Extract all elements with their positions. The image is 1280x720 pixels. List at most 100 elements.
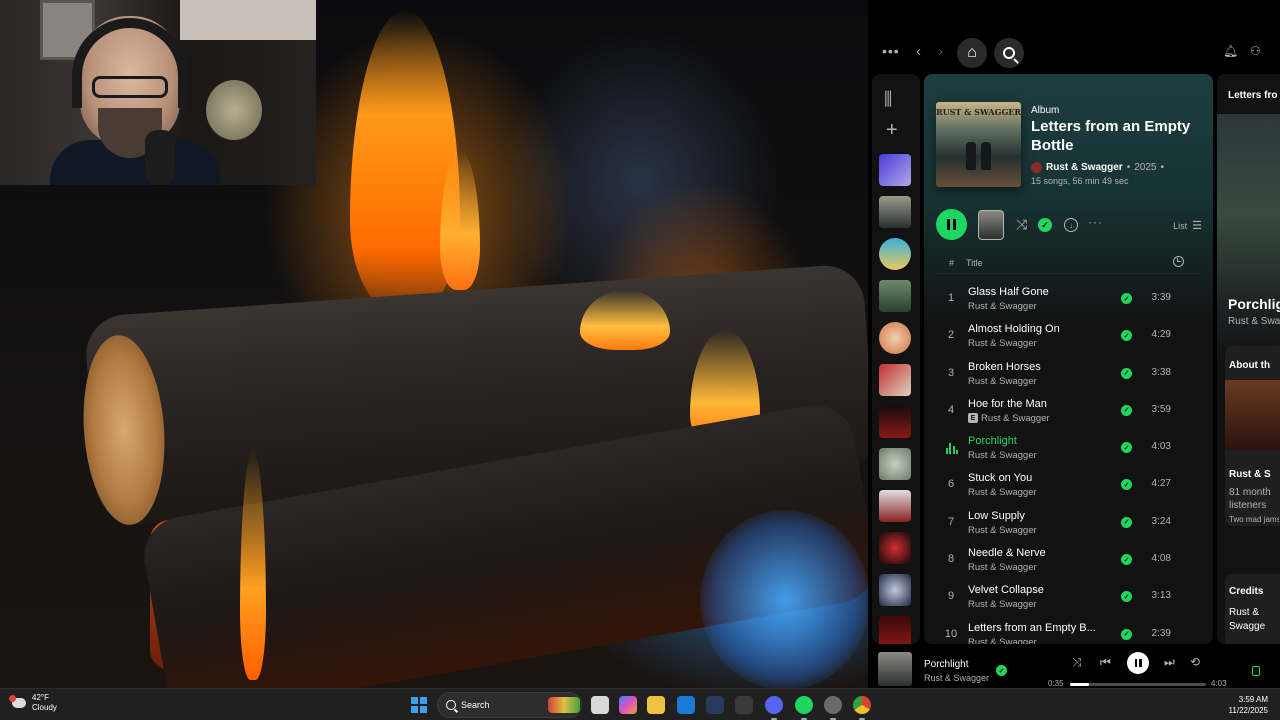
steam-icon[interactable] (706, 696, 724, 714)
track-row[interactable]: 6 Stuck on You Rust & Swagger ✓ 4:27 (936, 467, 1200, 504)
library-item-thumb[interactable] (879, 490, 911, 522)
library-item-thumb[interactable] (879, 280, 911, 312)
track-row[interactable]: 9 Velvet Collapse Rust & Swagger ✓ 3:13 (936, 579, 1200, 616)
track-title[interactable]: Glass Half Gone (968, 286, 1049, 298)
track-row[interactable]: 3 Broken Horses Rust & Swagger ✓ 3:38 (936, 356, 1200, 393)
saved-check-icon[interactable]: ✓ (996, 665, 1007, 676)
now-playing-title[interactable]: Porchlight (924, 659, 968, 670)
track-artist[interactable]: Rust & Swagger (968, 301, 1037, 312)
more-options-icon[interactable]: ••• (882, 44, 900, 58)
taskbar-search[interactable]: Search (437, 692, 582, 718)
shuffle-icon[interactable]: ⤨ (1072, 656, 1082, 668)
track-title[interactable]: Hoe for the Man (968, 398, 1047, 410)
track-title[interactable]: Letters from an Empty B... (968, 622, 1096, 634)
home-button[interactable]: ⌂ (957, 38, 987, 68)
spotify-icon[interactable] (795, 696, 813, 720)
track-artist[interactable]: Rust & Swagger (968, 599, 1037, 610)
weather-widget[interactable]: 42°F Cloudy (9, 693, 57, 713)
library-item-thumb[interactable] (879, 406, 911, 438)
back-icon[interactable]: ‹ (916, 44, 921, 59)
library-item-thumb[interactable] (879, 532, 911, 564)
clock-date: 11/22/2025 (1228, 706, 1268, 715)
library-item-thumb[interactable] (879, 574, 911, 606)
track-row[interactable]: 8 Needle & Nerve Rust & Swagger ✓ 4:08 (936, 542, 1200, 579)
track-artist[interactable]: Rust & Swagger (968, 338, 1037, 349)
library-item-thumb[interactable] (879, 196, 911, 228)
file-explorer-icon[interactable] (647, 696, 665, 714)
track-row[interactable]: 7 Low Supply Rust & Swagger ✓ 3:24 (936, 505, 1200, 542)
system-clock[interactable]: 3:59 AM 11/22/2025 (1229, 694, 1268, 716)
now-playing-view-icon[interactable] (1252, 666, 1260, 676)
download-icon[interactable]: ↓ (1064, 218, 1078, 232)
saved-check-icon[interactable]: ✓ (1121, 628, 1132, 640)
saved-check-icon[interactable]: ✓ (1121, 293, 1132, 304)
track-title[interactable]: Velvet Collapse (968, 584, 1044, 596)
library-item-thumb[interactable] (879, 238, 911, 270)
next-icon[interactable]: ⏭︎ (1164, 656, 1175, 668)
track-row[interactable]: 4 Hoe for the Man E Rust & Swagger ✓ 3:59 (936, 393, 1200, 430)
copilot-icon[interactable] (619, 696, 637, 714)
saved-check-icon[interactable]: ✓ (1038, 218, 1052, 232)
track-artist[interactable]: Rust & Swagger (981, 413, 1050, 424)
track-artist[interactable]: Rust & Swagger (968, 562, 1037, 573)
shuffle-icon[interactable]: ⤨ (1016, 217, 1027, 231)
saved-check-icon[interactable]: ✓ (1121, 367, 1132, 379)
view-list-button[interactable]: List ☰ (1173, 219, 1202, 232)
track-artist[interactable]: Rust & Swagger (968, 525, 1037, 536)
library-icon[interactable]: ⫼ (884, 90, 892, 108)
pause-button[interactable] (936, 209, 967, 240)
saved-check-icon[interactable]: ✓ (1121, 330, 1132, 342)
search-button[interactable] (994, 38, 1024, 68)
saved-check-icon[interactable]: ✓ (1121, 404, 1132, 416)
now-playing-thumb[interactable] (878, 652, 912, 686)
credits-card[interactable]: Credits Rust & Swagge (1225, 574, 1280, 644)
liked-songs-thumb[interactable] (879, 154, 911, 186)
play-pause-button[interactable] (1127, 652, 1149, 674)
saved-check-icon[interactable]: ✓ (1121, 516, 1132, 528)
bell-icon[interactable]: 🔔︎ (1223, 45, 1238, 57)
chrome-icon[interactable] (853, 696, 871, 720)
forward-icon[interactable]: › (938, 44, 943, 59)
track-title[interactable]: Almost Holding On (968, 323, 1060, 335)
about-artist-card[interactable]: About th Rust & S 81 month listeners Two… (1225, 346, 1280, 526)
saved-check-icon[interactable]: ✓ (1121, 479, 1132, 491)
track-artist[interactable]: Rust & Swagger (968, 450, 1037, 461)
track-row[interactable]: 10 Letters from an Empty B... Rust & Swagg… (936, 617, 1200, 644)
repeat-icon[interactable]: ⟲ (1190, 656, 1200, 668)
track-artist[interactable]: Rust & Swagger (968, 637, 1037, 644)
album-preview-thumb[interactable] (978, 210, 1004, 240)
library-item-thumb[interactable] (879, 322, 911, 354)
app-icon[interactable] (824, 696, 842, 720)
track-artist[interactable]: Rust & Swagger (968, 487, 1037, 498)
task-view-icon[interactable] (591, 696, 609, 714)
saved-check-icon[interactable]: ✓ (1121, 591, 1132, 603)
track-title[interactable]: Broken Horses (968, 361, 1041, 373)
album-cover[interactable]: RUST & SWAGGER (936, 102, 1021, 187)
track-title[interactable]: Needle & Nerve (968, 547, 1046, 559)
library-item-thumb[interactable] (879, 448, 911, 480)
library-item-thumb[interactable] (879, 616, 911, 644)
start-button[interactable] (411, 697, 427, 713)
saved-check-icon[interactable]: ✓ (1121, 554, 1132, 566)
artist-link[interactable]: Rust & Swagger (1046, 162, 1123, 173)
track-title[interactable]: Stuck on You (968, 472, 1032, 484)
now-playing-artist[interactable]: Rust & Swagger (924, 673, 989, 683)
outlook-icon[interactable] (677, 696, 695, 714)
track-row[interactable]: Porchlight Rust & Swagger ✓ 4:03 (936, 430, 1200, 467)
more-options-icon[interactable]: ··· (1088, 216, 1103, 228)
now-playing-song-artist[interactable]: Rust & Swa (1228, 316, 1280, 327)
track-row[interactable]: 2 Almost Holding On Rust & Swagger ✓ 4:29 (936, 318, 1200, 355)
track-title[interactable]: Porchlight (968, 435, 1017, 447)
progress-bar[interactable] (1070, 683, 1206, 686)
track-title[interactable]: Low Supply (968, 510, 1025, 522)
xbox-icon[interactable] (735, 696, 753, 714)
library-item-thumb[interactable] (879, 364, 911, 396)
now-playing-song-title[interactable]: Porchlig (1228, 296, 1280, 312)
previous-icon[interactable]: ⏮︎ (1100, 656, 1111, 668)
track-artist[interactable]: Rust & Swagger (968, 376, 1037, 387)
discord-icon[interactable] (765, 696, 783, 720)
track-row[interactable]: 1 Glass Half Gone Rust & Swagger ✓ 3:39 (936, 281, 1200, 318)
plus-icon[interactable]: + (886, 120, 898, 140)
friends-icon[interactable]: ⚇ (1250, 45, 1261, 57)
saved-check-icon[interactable]: ✓ (1121, 442, 1132, 454)
